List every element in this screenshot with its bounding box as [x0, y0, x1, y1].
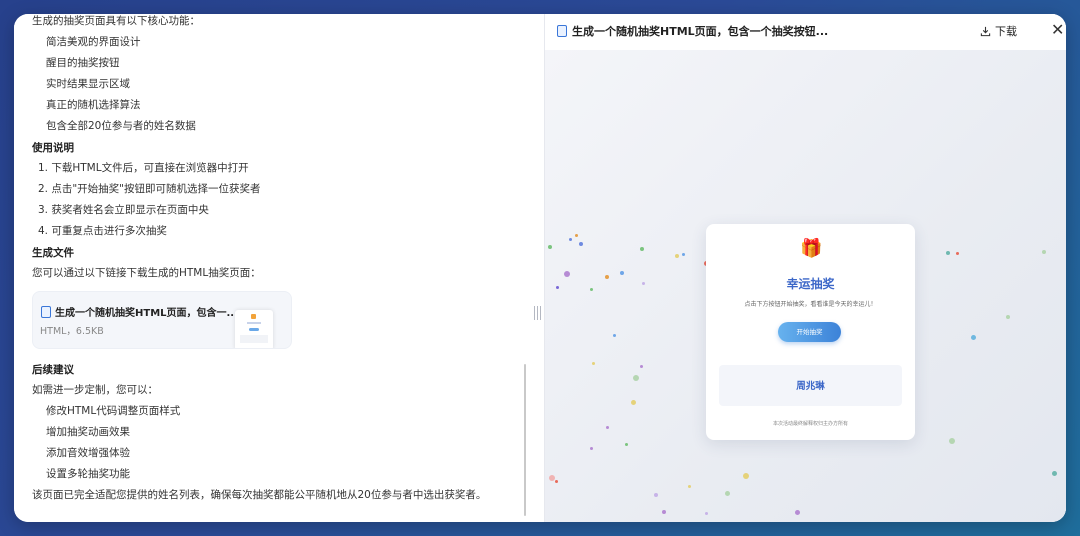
html-file-icon: [41, 306, 51, 318]
usage-heading: 使用说明: [32, 142, 74, 154]
confetti-dot: [592, 362, 595, 365]
file-intro: 您可以通过以下链接下载生成的HTML抽奖页面：: [32, 267, 261, 279]
confetti-dot: [682, 253, 685, 256]
feature-item: 简洁美观的界面设计: [46, 36, 141, 48]
feature-item: 包含全部20位参与者的姓名数据: [46, 120, 196, 132]
file-thumbnail: [235, 310, 273, 348]
preview-panel: 生成一个随机抽奖HTML页面，包含一个抽奖按钮... 下载 ✕ 🎁 幸运抽奖 点…: [545, 14, 1066, 522]
download-icon: [980, 26, 991, 36]
suggestion-item: 添加音效增强体验: [46, 447, 130, 459]
confetti-dot: [971, 335, 976, 340]
confetti-dot: [575, 234, 578, 237]
result-display: 周兆琳: [719, 365, 902, 406]
preview-header: 生成一个随机抽奖HTML页面，包含一个抽奖按钮... 下载 ✕: [545, 14, 1066, 50]
confetti-dot: [654, 493, 658, 497]
usage-step: 4. 可重复点击进行多次抽奖: [38, 225, 167, 237]
feature-item: 真正的随机选择算法: [46, 99, 141, 111]
confetti-dot: [949, 438, 955, 444]
next-heading: 后续建议: [32, 364, 74, 376]
suggestion-item: 设置多轮抽奖功能: [46, 468, 130, 480]
winner-name: 周兆琳: [796, 381, 825, 392]
confetti-dot: [613, 334, 616, 337]
html-file-icon: [557, 25, 567, 37]
confetti-dot: [569, 238, 572, 241]
feature-item: 实时结果显示区域: [46, 78, 130, 90]
confetti-dot: [556, 286, 559, 289]
confetti-dot: [640, 365, 643, 368]
close-icon[interactable]: ✕: [1051, 20, 1064, 40]
confetti-dot: [675, 254, 679, 258]
confetti-dot: [956, 252, 959, 255]
confetti-dot: [725, 491, 730, 496]
lottery-card: 🎁 幸运抽奖 点击下方按钮开始抽奖，看看谁是今天的幸运儿！ 开始抽奖 周兆琳 本…: [706, 224, 915, 440]
confetti-dot: [662, 510, 666, 514]
suggestion-item: 修改HTML代码调整页面样式: [46, 405, 181, 417]
confetti-dot: [743, 473, 749, 479]
panel-resize-handle[interactable]: [533, 306, 541, 320]
confetti-dot: [640, 247, 644, 251]
lottery-title: 幸运抽奖: [786, 277, 835, 291]
chat-message: 生成的抽奖页面具有以下核心功能： 简洁美观的界面设计 醒目的抽奖按钮 实时结果显…: [32, 14, 528, 506]
gift-icon: 🎁: [800, 238, 823, 259]
feature-item: 醒目的抽奖按钮: [46, 57, 120, 69]
confetti-dot: [795, 510, 800, 515]
usage-step: 3. 获奖者姓名会立即显示在页面中央: [38, 204, 209, 216]
closing-text: 该页面已完全适配您提供的姓名列表，确保每次抽奖都能公平随机地从20位参与者中选出…: [32, 489, 487, 501]
download-label: 下载: [995, 25, 1017, 38]
next-intro: 如需进一步定制，您可以：: [32, 384, 158, 396]
confetti-dot: [620, 271, 624, 275]
confetti-dot: [1052, 471, 1057, 476]
confetti-dot: [688, 485, 691, 488]
file-heading: 生成文件: [32, 247, 74, 259]
confetti-dot: [590, 447, 593, 450]
preview-title: 生成一个随机抽奖HTML页面，包含一个抽奖按钮...: [572, 25, 829, 38]
confetti-dot: [579, 242, 583, 246]
confetti-dot: [631, 400, 636, 405]
confetti-dot: [1006, 315, 1010, 319]
usage-step: 2. 点击"开始抽奖"按钮即可随机选择一位获奖者: [38, 183, 261, 195]
file-meta: HTML，6.5KB: [40, 326, 104, 337]
confetti-dot: [633, 375, 639, 381]
start-draw-button[interactable]: 开始抽奖: [778, 322, 841, 342]
confetti-dot: [705, 512, 708, 515]
confetti-dot: [642, 282, 645, 285]
download-button[interactable]: 下载: [980, 23, 1017, 39]
file-title: 生成一个随机抽奖HTML页面，包含一...: [55, 308, 238, 319]
confetti-dot: [564, 271, 570, 277]
app-window: 生成的抽奖页面具有以下核心功能： 简洁美观的界面设计 醒目的抽奖按钮 实时结果显…: [14, 14, 1066, 522]
suggestion-item: 增加抽奖动画效果: [46, 426, 130, 438]
html-preview-canvas: 🎁 幸运抽奖 点击下方按钮开始抽奖，看看谁是今天的幸运儿！ 开始抽奖 周兆琳 本…: [545, 50, 1066, 522]
confetti-dot: [555, 480, 558, 483]
file-attachment-card[interactable]: 生成一个随机抽奖HTML页面，包含一... HTML，6.5KB: [32, 291, 292, 349]
confetti-dot: [606, 426, 609, 429]
confetti-dot: [590, 288, 593, 291]
confetti-dot: [946, 251, 950, 255]
lottery-footer: 本次活动最终解释权归主办方所有: [772, 421, 848, 427]
chat-panel: 生成的抽奖页面具有以下核心功能： 简洁美观的界面设计 醒目的抽奖按钮 实时结果显…: [14, 14, 544, 522]
chat-scrollbar[interactable]: [524, 364, 526, 516]
confetti-dot: [625, 443, 628, 446]
features-intro: 生成的抽奖页面具有以下核心功能：: [32, 15, 200, 27]
usage-step: 1. 下载HTML文件后，可直接在浏览器中打开: [38, 162, 249, 174]
confetti-dot: [548, 245, 552, 249]
confetti-dot: [605, 275, 609, 279]
lottery-subtitle: 点击下方按钮开始抽奖，看看谁是今天的幸运儿！: [744, 301, 877, 308]
confetti-dot: [1042, 250, 1046, 254]
